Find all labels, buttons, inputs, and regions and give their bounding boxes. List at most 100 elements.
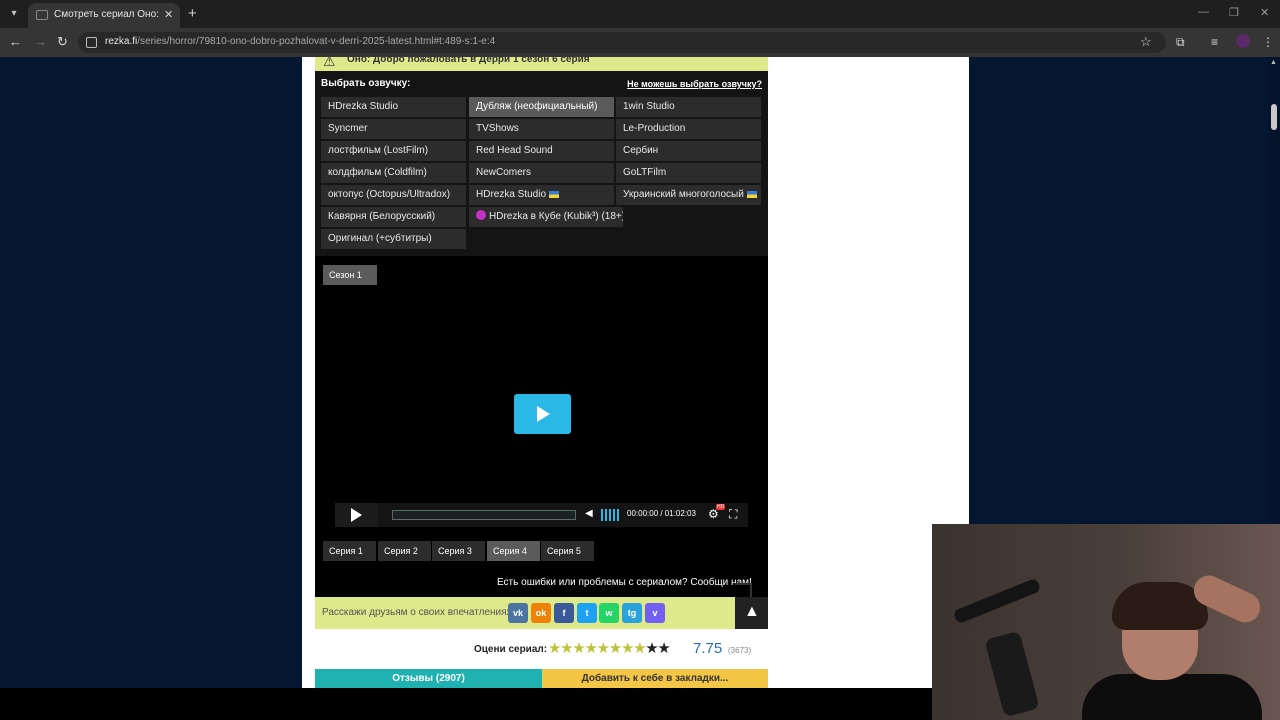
time-readout: 00:00:00 / 01:02:03: [627, 509, 696, 518]
episode-tab-active[interactable]: Серия 4: [487, 541, 540, 561]
reviews-button[interactable]: Отзывы (2907): [315, 669, 542, 688]
star-icon[interactable]: ★: [609, 640, 622, 657]
rating-stars[interactable]: ★★★★★★★★★★: [548, 639, 671, 657]
episode-tab[interactable]: Серия 3: [432, 541, 485, 561]
kubik-icon: [476, 210, 486, 220]
rate-label: Оцени сериал:: [474, 644, 548, 655]
play-icon: [537, 406, 550, 422]
star-icon[interactable]: ★: [633, 640, 646, 657]
ukraine-flag-icon: [746, 190, 757, 198]
ukraine-flag-icon: [549, 190, 560, 198]
ok-share-icon[interactable]: ok: [531, 603, 551, 623]
site-info-icon[interactable]: [86, 37, 97, 48]
facebook-share-icon[interactable]: f: [554, 603, 574, 623]
extensions-icon[interactable]: ⧉: [1176, 35, 1185, 50]
minimize-icon[interactable]: —: [1198, 6, 1209, 18]
scrollbar-thumb[interactable]: [1271, 104, 1277, 130]
dub-item[interactable]: GoLTFilm: [616, 163, 761, 183]
browser-menu-icon[interactable]: ⋮: [1262, 35, 1274, 49]
dub-item[interactable]: Le-Production: [616, 119, 761, 139]
back-icon[interactable]: ←: [9, 34, 22, 49]
report-problem-link[interactable]: Есть ошибки или проблемы с сериалом? Соо…: [497, 577, 752, 588]
viber-share-icon[interactable]: v: [645, 603, 665, 623]
telegram-share-icon[interactable]: tg: [622, 603, 642, 623]
tab-favicon-icon: [36, 10, 48, 20]
share-label: Расскажи друзьям о своих впечатлениях:: [322, 607, 515, 618]
star-icon[interactable]: ★: [560, 640, 573, 657]
dub-item[interactable]: Syncmer: [321, 119, 466, 139]
vk-share-icon[interactable]: vk: [508, 603, 528, 623]
star-icon[interactable]: ★: [621, 640, 634, 657]
bookmark-star-icon[interactable]: ☆: [1140, 34, 1152, 50]
season-tab[interactable]: Сезон 1: [323, 265, 377, 285]
dub-item[interactable]: HDrezka Studio: [321, 97, 466, 117]
dub-item[interactable]: лостфильм (LostFilm): [321, 141, 466, 161]
dub-item-label: Украинский многоголосый: [623, 189, 744, 200]
tab-close-icon[interactable]: ✕: [164, 8, 173, 21]
dub-title: Выбрать озвучку:: [321, 78, 411, 89]
dub-item-active[interactable]: Дубляж (неофициальный): [469, 97, 614, 117]
browser-toolbar: ← → ↻ rezka.fi/series/horror/79810-ono-d…: [0, 28, 1280, 57]
star-icon[interactable]: ★: [572, 640, 585, 657]
progress-bar[interactable]: [392, 510, 576, 520]
maximize-icon[interactable]: ❐: [1229, 6, 1239, 19]
dub-item-label: HDrezka в Кубе (Kubik³) (18+): [489, 211, 623, 222]
media-control-icon[interactable]: ≡: [1211, 35, 1218, 49]
episode-tab[interactable]: Серия 1: [323, 541, 376, 561]
whatsapp-share-icon[interactable]: w: [599, 603, 619, 623]
forward-icon[interactable]: →: [34, 34, 47, 49]
dub-item[interactable]: Red Head Sound: [469, 141, 614, 161]
dub-item[interactable]: колдфильм (Coldfilm): [321, 163, 466, 183]
reload-icon[interactable]: ↻: [57, 34, 68, 50]
volume-icon[interactable]: ◀: [585, 508, 593, 519]
twitter-share-icon[interactable]: t: [577, 603, 597, 623]
warning-text: Оно: Добро пожаловать в Дерри 1 сезон 6 …: [347, 57, 590, 65]
new-tab-icon[interactable]: +: [188, 5, 197, 22]
dubbing-selector: Выбрать озвучку: Не можешь выбрать озвуч…: [315, 71, 768, 256]
profile-avatar[interactable]: [1236, 34, 1250, 48]
dub-item[interactable]: 1win Studio: [616, 97, 761, 117]
player-block: Выбрать озвучку: Не можешь выбрать озвуч…: [315, 71, 768, 597]
volume-slider[interactable]: [601, 509, 619, 521]
complaint-button[interactable]: ▲: [735, 597, 768, 629]
dub-item[interactable]: Сербин: [616, 141, 761, 161]
webcam-overlay: [932, 524, 1280, 720]
star-icon[interactable]: ★: [645, 640, 658, 657]
url-text: rezka.fi/series/horror/79810-ono-dobro-p…: [105, 36, 495, 47]
dub-item[interactable]: TVShows: [469, 119, 614, 139]
warning-icon: ⚠: [323, 57, 336, 69]
dub-item-kubik[interactable]: HDrezka в Кубе (Kubik³) (18+): [469, 207, 623, 227]
hd-badge: HD: [716, 504, 726, 510]
add-bookmark-button[interactable]: Добавить к себе в закладки...: [542, 669, 768, 688]
close-window-icon[interactable]: ✕: [1260, 6, 1269, 19]
big-play-button[interactable]: [514, 394, 571, 434]
dub-item-ua[interactable]: HDrezka Studio: [469, 185, 614, 205]
control-play-button[interactable]: [335, 503, 378, 527]
share-bar: Расскажи друзьям о своих впечатлениях: v…: [315, 583, 768, 629]
star-icon[interactable]: ★: [597, 640, 610, 657]
rating-row: Оцени сериал: ★★★★★★★★★★ 7.75 (3673): [315, 639, 768, 661]
url-host: rezka.fi: [105, 36, 138, 47]
dub-item-label: HDrezka Studio: [476, 189, 547, 200]
rating-count: (3673): [728, 646, 752, 655]
fullscreen-icon[interactable]: ⛶: [729, 507, 737, 522]
star-icon[interactable]: ★: [548, 640, 561, 657]
dub-item[interactable]: октопус (Octopus/Ultradox): [321, 185, 466, 205]
play-icon: [351, 508, 362, 522]
scroll-up-icon[interactable]: ▲: [1270, 59, 1277, 66]
person-body: [1082, 674, 1262, 720]
tab-search-icon[interactable]: ▾: [6, 6, 22, 22]
url-path: /series/horror/79810-ono-dobro-pozhalova…: [137, 36, 496, 47]
star-icon[interactable]: ★: [657, 640, 670, 657]
episode-tab[interactable]: Серия 5: [541, 541, 594, 561]
dub-item[interactable]: Кавярня (Белорусский): [321, 207, 466, 227]
episode-tab[interactable]: Серия 2: [378, 541, 431, 561]
dub-item[interactable]: NewComers: [469, 163, 614, 183]
episode-warning: ⚠ Оно: Добро пожаловать в Дерри 1 сезон …: [315, 57, 768, 71]
dub-help-link[interactable]: Не можешь выбрать озвучку?: [627, 79, 762, 89]
browser-tab[interactable]: Смотреть сериал Оно: Добро ✕: [28, 3, 180, 28]
dub-item[interactable]: Оригинал (+субтитры): [321, 229, 466, 249]
dub-item-ua[interactable]: Украинский многоголосый: [616, 185, 761, 205]
address-bar[interactable]: rezka.fi/series/horror/79810-ono-dobro-p…: [78, 32, 1166, 53]
star-icon[interactable]: ★: [584, 640, 597, 657]
